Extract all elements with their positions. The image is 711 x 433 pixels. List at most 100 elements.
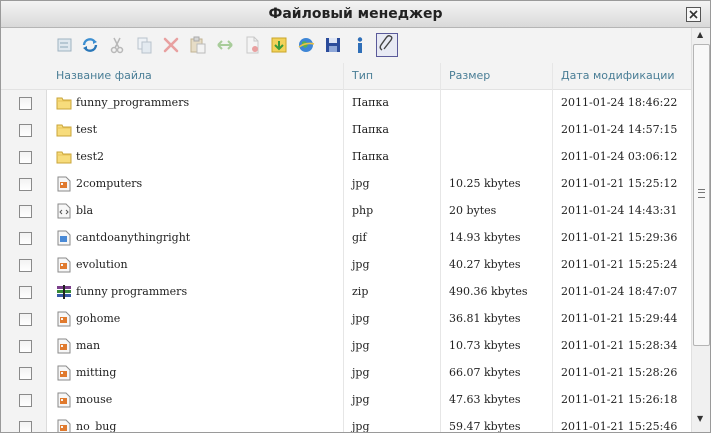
row-checkbox[interactable]: [19, 421, 32, 432]
scroll-up-arrow-icon[interactable]: ▲: [697, 30, 703, 39]
file-size: 10.25 kbytes: [449, 177, 521, 190]
file-name[interactable]: bla: [76, 204, 93, 217]
column-header-date[interactable]: Дата модификации: [561, 69, 675, 82]
table-row[interactable]: no_bug jpg 59.47 kbytes 2011-01-21 15:25:46: [1, 414, 691, 433]
image-file-icon: [56, 311, 72, 327]
file-date: 2011-01-21 15:28:34: [561, 339, 678, 352]
column-header-name[interactable]: Название файла: [56, 69, 152, 82]
file-type: Папка: [352, 123, 389, 136]
file-name[interactable]: gohome: [76, 312, 120, 325]
row-checkbox[interactable]: [19, 232, 32, 245]
image-file-icon: [56, 365, 72, 381]
file-date: 2011-01-21 15:25:12: [561, 177, 678, 190]
info-button[interactable]: [350, 35, 370, 55]
upload-icon: [271, 37, 287, 53]
file-size: 10.73 kbytes: [449, 339, 521, 352]
row-checkbox[interactable]: [19, 394, 32, 407]
file-type: jpg: [352, 258, 370, 271]
file-name[interactable]: test2: [76, 150, 104, 163]
paste-button[interactable]: [188, 35, 208, 55]
file-date: 2011-01-24 18:47:07: [561, 285, 678, 298]
folder-icon: [56, 122, 72, 138]
select-all-button[interactable]: [55, 35, 75, 55]
row-checkbox[interactable]: [19, 367, 32, 380]
file-date: 2011-01-24 03:06:12: [561, 150, 678, 163]
row-checkbox[interactable]: [19, 205, 32, 218]
file-name[interactable]: funny_programmers: [76, 96, 189, 109]
file-name[interactable]: no_bug: [76, 420, 116, 432]
file-name[interactable]: man: [76, 339, 100, 352]
file-name[interactable]: funny programmers: [76, 285, 187, 298]
title-bar[interactable]: Файловый менеджер: [1, 1, 710, 28]
file-type: jpg: [352, 177, 370, 190]
row-checkbox[interactable]: [19, 340, 32, 353]
table-row[interactable]: mouse jpg 47.63 kbytes 2011-01-21 15:26:18: [1, 387, 691, 414]
table-row[interactable]: bla php 20 bytes 2011-01-24 14:43:31: [1, 198, 691, 225]
table-row[interactable]: 2computers jpg 10.25 kbytes 2011-01-21 15:2…: [1, 171, 691, 198]
web-button[interactable]: [296, 35, 316, 55]
file-type: gif: [352, 231, 367, 244]
file-type: jpg: [352, 366, 370, 379]
code-file-icon: [56, 203, 72, 219]
image-file-icon: [56, 338, 72, 354]
file-type: Папка: [352, 150, 389, 163]
table-row[interactable]: funny_programmers Папка 2011-01-24 18:46:2…: [1, 90, 691, 117]
refresh-button[interactable]: [80, 35, 100, 55]
row-checkbox[interactable]: [19, 286, 32, 299]
toolbar: [1, 28, 691, 64]
table-row[interactable]: cantdoanythingright gif 14.93 kbytes 2011-0…: [1, 225, 691, 252]
table-row[interactable]: man jpg 10.73 kbytes 2011-01-21 15:28:34: [1, 333, 691, 360]
file-size: 490.36 kbytes: [449, 285, 528, 298]
cut-button[interactable]: [107, 35, 127, 55]
file-name[interactable]: mouse: [76, 393, 112, 406]
file-name[interactable]: mitting: [76, 366, 116, 379]
column-header-type[interactable]: Тип: [352, 69, 373, 82]
table-row[interactable]: evolution jpg 40.27 kbytes 2011-01-21 15:25…: [1, 252, 691, 279]
scroll-thumb[interactable]: [693, 44, 710, 346]
table-row[interactable]: test2 Папка 2011-01-24 03:06:12: [1, 144, 691, 171]
file-name[interactable]: 2computers: [76, 177, 142, 190]
move-button[interactable]: [215, 35, 235, 55]
file-type: zip: [352, 285, 369, 298]
window-title: Файловый менеджер: [268, 6, 443, 22]
scroll-down-arrow-icon[interactable]: ▼: [697, 414, 703, 423]
save-button[interactable]: [323, 35, 343, 55]
new-file-button[interactable]: [242, 35, 262, 55]
row-checkbox[interactable]: [19, 97, 32, 110]
info-icon: [357, 37, 363, 53]
file-date: 2011-01-24 14:43:31: [561, 204, 678, 217]
file-type: jpg: [352, 393, 370, 406]
paste-icon: [190, 36, 206, 54]
row-checkbox[interactable]: [19, 259, 32, 272]
file-size: 36.81 kbytes: [449, 312, 521, 325]
row-checkbox[interactable]: [19, 151, 32, 164]
table-row[interactable]: funny programmers zip 490.36 kbytes 2011-01…: [1, 279, 691, 306]
image-file-icon: [56, 419, 72, 432]
file-name[interactable]: evolution: [76, 258, 128, 271]
row-checkbox[interactable]: [19, 124, 32, 137]
column-header-size[interactable]: Размер: [449, 69, 490, 82]
new-file-icon: [246, 36, 259, 54]
folder-icon: [56, 149, 72, 165]
edit-button[interactable]: [376, 33, 398, 57]
table-row[interactable]: gohome jpg 36.81 kbytes 2011-01-21 15:29:44: [1, 306, 691, 333]
file-date: 2011-01-21 15:29:44: [561, 312, 678, 325]
file-size: 59.47 kbytes: [449, 420, 521, 433]
row-checkbox[interactable]: [19, 178, 32, 191]
table-row[interactable]: mitting jpg 66.07 kbytes 2011-01-21 15:28:2…: [1, 360, 691, 387]
image-file-icon: [56, 392, 72, 408]
delete-button[interactable]: [161, 35, 181, 55]
close-button[interactable]: [686, 7, 701, 22]
vertical-scrollbar[interactable]: ▲ ▼: [691, 28, 710, 432]
file-name[interactable]: test: [76, 123, 97, 136]
file-date: 2011-01-24 18:46:22: [561, 96, 678, 109]
copy-button[interactable]: [134, 35, 154, 55]
copy-icon: [137, 37, 152, 54]
file-name[interactable]: cantdoanythingright: [76, 231, 190, 244]
file-date: 2011-01-21 15:26:18: [561, 393, 678, 406]
upload-button[interactable]: [269, 35, 289, 55]
row-checkbox[interactable]: [19, 313, 32, 326]
paperclip-icon: [379, 35, 393, 51]
table-row[interactable]: test Папка 2011-01-24 14:57:15: [1, 117, 691, 144]
file-type: Папка: [352, 96, 389, 109]
